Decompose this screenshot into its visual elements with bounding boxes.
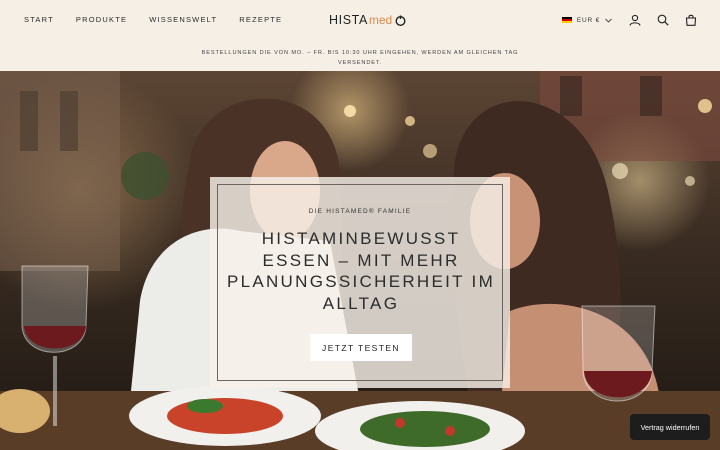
chevron-down-icon	[605, 18, 612, 23]
logo-mark-icon	[395, 15, 406, 26]
announcement-line-2: VERSENDET.	[337, 60, 383, 66]
nav-item-rezepte[interactable]: REZEPTE	[239, 15, 282, 24]
cta-button[interactable]: JETZT TESTEN	[310, 334, 412, 361]
logo-text: HISTA	[329, 13, 368, 27]
announcement-line-1: BESTELLUNGEN DIE VON MO. – FR. BIS 10:30…	[201, 50, 519, 56]
site-logo[interactable]: HISTA med	[329, 13, 406, 27]
hero-card-frame: DIE HISTAMED® FAMILIE HISTAMINBEWUSST ES…	[217, 184, 503, 381]
site-header: START PRODUKTE WISSENSWELT REZEPTE HISTA…	[0, 0, 720, 42]
germany-flag-icon	[561, 16, 572, 24]
account-icon[interactable]	[628, 13, 642, 27]
nav-item-wissenswelt[interactable]: WISSENSWELT	[149, 15, 217, 24]
nav-item-produkte[interactable]: PRODUKTE	[76, 15, 127, 24]
main-navigation: START PRODUKTE WISSENSWELT REZEPTE	[24, 15, 282, 24]
cart-icon[interactable]	[684, 13, 698, 27]
currency-selector[interactable]: EUR €	[561, 16, 612, 24]
nav-item-start[interactable]: START	[24, 15, 54, 24]
hero-headline: HISTAMINBEWUSST ESSEN – MIT MEHR PLANUNG…	[226, 229, 496, 313]
search-icon[interactable]	[656, 13, 670, 27]
header-tools: EUR €	[561, 13, 698, 27]
hero-banner: DIE HISTAMED® FAMILIE HISTAMINBEWUSST ES…	[0, 71, 720, 450]
announcement-bar: BESTELLUNGEN DIE VON MO. – FR. BIS 10:30…	[0, 42, 720, 71]
hero-card: DIE HISTAMED® FAMILIE HISTAMINBEWUSST ES…	[210, 177, 510, 388]
logo-text-med: med	[368, 13, 393, 27]
currency-label: EUR €	[576, 16, 600, 24]
hero-eyebrow: DIE HISTAMED® FAMILIE	[308, 208, 412, 215]
revoke-consent-button[interactable]: Vertrag widerrufen	[630, 414, 710, 440]
